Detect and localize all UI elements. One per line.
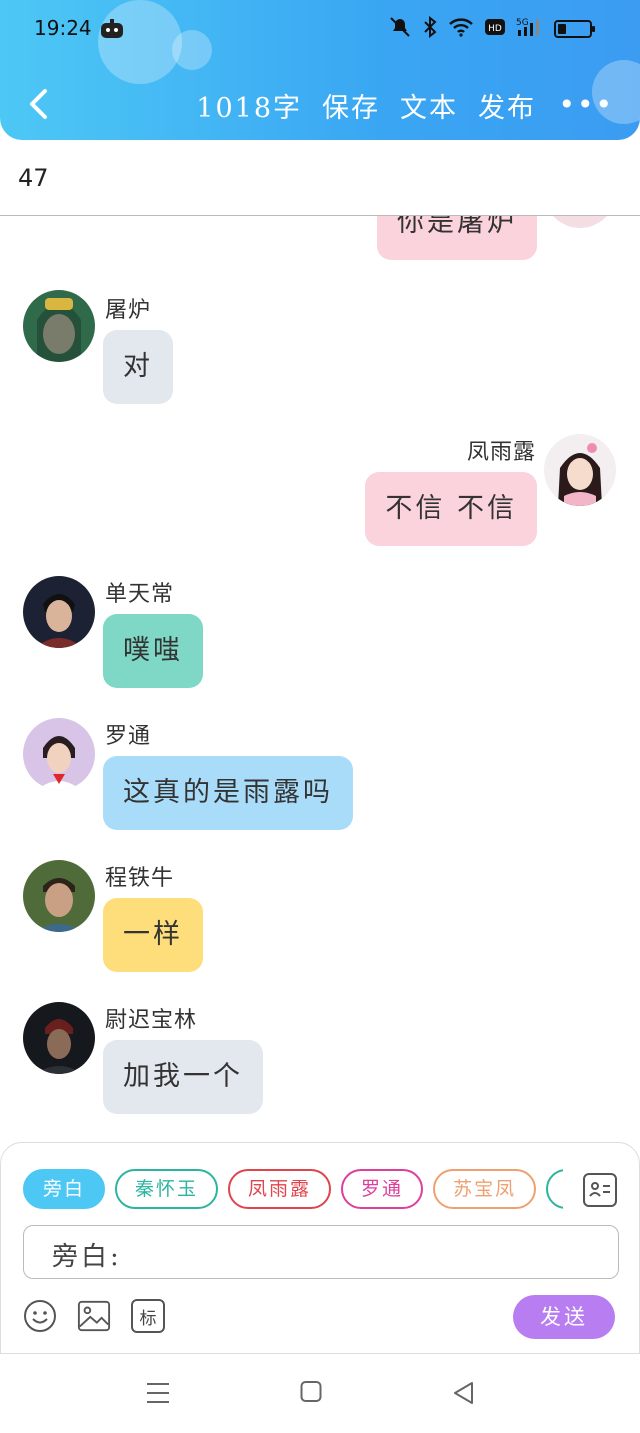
- avatar[interactable]: [544, 434, 616, 506]
- back-nav-icon[interactable]: [452, 1380, 474, 1410]
- editor-toolbar: 1018字 保存 文本 发布 •••: [0, 78, 640, 134]
- system-navigation-bar: [0, 1354, 640, 1433]
- wifi-icon: [448, 17, 474, 41]
- chat-message-row: 你是屠炉: [0, 216, 640, 266]
- tag-button[interactable]: 标: [131, 1299, 165, 1333]
- more-options-button[interactable]: •••: [558, 88, 614, 121]
- signal-5g-icon: 5G: [516, 16, 544, 42]
- menu-icon[interactable]: [146, 1380, 170, 1410]
- speaker-name: 程铁牛: [105, 866, 175, 891]
- message-bubble[interactable]: 这真的是雨露吗: [103, 756, 353, 830]
- chat-message-row: 尉迟宝林 加我一个: [0, 1000, 640, 1120]
- battery-level: [558, 24, 566, 34]
- bluetooth-icon: [422, 15, 438, 42]
- speaker-name: 屠炉: [105, 298, 152, 323]
- save-button[interactable]: 保存: [322, 86, 380, 125]
- contact-card-icon: [589, 1182, 610, 1197]
- role-chip[interactable]: 秦怀玉: [115, 1169, 219, 1209]
- message-bubble[interactable]: 加我一个: [103, 1040, 263, 1114]
- role-chip[interactable]: 旁白: [23, 1169, 106, 1209]
- avatar[interactable]: [23, 290, 95, 362]
- avatar[interactable]: [544, 216, 616, 228]
- chat-message-row: 屠炉 对: [0, 290, 640, 410]
- status-icons: HD 5G: [388, 15, 595, 42]
- role-chip[interactable]: 苏宝凤: [433, 1169, 537, 1209]
- svg-text:HD: HD: [488, 24, 502, 34]
- speaker-name: 尉迟宝林: [105, 1008, 198, 1033]
- back-button[interactable]: [18, 84, 58, 124]
- avatar[interactable]: [23, 1002, 95, 1074]
- avatar[interactable]: [23, 576, 95, 648]
- composer-tools: 标: [23, 1299, 165, 1333]
- chevron-left-icon: [30, 89, 47, 119]
- composer-panel: 旁白 秦怀玉 凤雨露 罗通 苏宝凤 旁白: 标 发送: [0, 1142, 640, 1354]
- chat-area[interactable]: 你是屠炉 屠炉 对 凤雨露 不信 不信 单天常 噗嗤 罗通 这真的是雨露吗 程铁…: [0, 216, 640, 1142]
- text-button[interactable]: 文本: [400, 86, 458, 125]
- input-speaker-label: 旁白:: [52, 1242, 122, 1272]
- speaker-name: 单天常: [105, 582, 175, 607]
- status-time: 19:24: [34, 16, 92, 40]
- role-selector: 旁白 秦怀玉 凤雨露 罗通 苏宝凤: [23, 1169, 563, 1213]
- chat-message-row: 凤雨露 不信 不信: [0, 432, 640, 552]
- avatar[interactable]: [23, 718, 95, 790]
- role-chip[interactable]: 凤雨露: [228, 1169, 332, 1209]
- svg-text:5G: 5G: [516, 18, 529, 28]
- message-bubble[interactable]: 不信 不信: [365, 472, 537, 546]
- message-bubble[interactable]: 一样: [103, 898, 203, 972]
- chat-message-row: 单天常 噗嗤: [0, 574, 640, 694]
- episode-bar: 47: [0, 140, 640, 216]
- emoji-button[interactable]: [23, 1299, 57, 1333]
- speaker-name: 罗通: [105, 724, 152, 749]
- message-input[interactable]: 旁白:: [23, 1225, 619, 1279]
- app-notification-icon: [100, 18, 124, 44]
- chat-message-row: 罗通 这真的是雨露吗: [0, 716, 640, 836]
- message-bubble[interactable]: 对: [103, 330, 173, 404]
- word-count: 1018字: [196, 93, 302, 124]
- image-icon: [77, 1300, 111, 1332]
- app-header: 19:24 HD 5G 1018字 保存 文本 发布 •••: [0, 0, 640, 140]
- smiley-icon: [24, 1300, 56, 1332]
- hd-icon: HD: [484, 18, 506, 40]
- send-button[interactable]: 发送: [513, 1295, 615, 1339]
- chat-message-row: 程铁牛 一样: [0, 858, 640, 978]
- publish-button[interactable]: 发布: [478, 86, 536, 125]
- message-bubble[interactable]: 噗嗤: [103, 614, 203, 688]
- home-icon[interactable]: [300, 1380, 322, 1408]
- mute-icon: [388, 16, 412, 42]
- role-chip[interactable]: [546, 1169, 563, 1209]
- role-list-button[interactable]: [583, 1173, 617, 1207]
- status-bar: 19:24 HD 5G: [0, 0, 640, 56]
- role-chip[interactable]: 罗通: [341, 1169, 424, 1209]
- avatar[interactable]: [23, 860, 95, 932]
- message-bubble[interactable]: 你是屠炉: [377, 216, 537, 260]
- speaker-name: 凤雨露: [466, 440, 536, 465]
- battery-icon: [554, 20, 595, 38]
- episode-count[interactable]: 47: [18, 164, 49, 192]
- image-button[interactable]: [77, 1299, 111, 1333]
